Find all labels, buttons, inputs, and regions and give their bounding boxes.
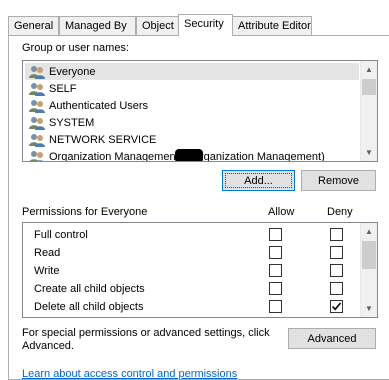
permission-row: Create all child objects bbox=[23, 280, 361, 298]
permission-name: Delete all child objects bbox=[34, 301, 144, 313]
tab-general[interactable]: General bbox=[8, 16, 59, 35]
checkmark-icon bbox=[331, 302, 342, 311]
allow-column-header: Allow bbox=[268, 206, 295, 218]
permission-row: Write bbox=[23, 262, 361, 280]
permission-row: Full control bbox=[23, 226, 361, 244]
list-item-network-service[interactable]: NETWORK SERVICE bbox=[25, 131, 359, 148]
permissions-for-label: Permissions for Everyone bbox=[22, 206, 148, 218]
user-name: Everyone bbox=[49, 65, 96, 78]
users-icon bbox=[29, 65, 45, 79]
scroll-down-icon[interactable]: ▼ bbox=[361, 144, 377, 161]
deny-column-header: Deny bbox=[327, 206, 353, 218]
permission-name: Write bbox=[34, 265, 60, 277]
list-item-self[interactable]: SELF bbox=[25, 80, 359, 97]
allow-checkbox[interactable] bbox=[269, 300, 282, 313]
redaction-mark bbox=[175, 149, 203, 161]
tab-managed-by-label: Managed By bbox=[65, 20, 127, 32]
user-name: Authenticated Users bbox=[49, 99, 149, 112]
users-icon bbox=[29, 82, 45, 96]
tab-attribute-editor-label: Attribute Editor bbox=[238, 20, 311, 32]
permission-name: Create all child objects bbox=[34, 283, 145, 295]
users-scrollbar[interactable]: ▲ ▼ bbox=[360, 61, 377, 161]
users-listbox[interactable]: Everyone SELF Authenticated Users SYSTEM… bbox=[22, 60, 378, 162]
allow-checkbox[interactable] bbox=[269, 246, 282, 259]
list-item-system[interactable]: SYSTEM bbox=[25, 114, 359, 131]
user-name: SYSTEM bbox=[49, 116, 95, 129]
allow-checkbox[interactable] bbox=[269, 282, 282, 295]
deny-checkbox[interactable] bbox=[330, 300, 343, 313]
tab-object[interactable]: Object bbox=[136, 16, 179, 35]
permissions-scrollbar[interactable]: ▲ ▼ bbox=[360, 223, 377, 317]
add-button[interactable]: Add... bbox=[222, 170, 295, 191]
learn-about-access-control-link[interactable]: Learn about access control and permissio… bbox=[22, 368, 237, 380]
deny-checkbox[interactable] bbox=[330, 246, 343, 259]
user-name: SELF bbox=[49, 82, 77, 95]
users-icon bbox=[29, 116, 45, 130]
tab-security-label: Security bbox=[184, 18, 224, 30]
user-name: NETWORK SERVICE bbox=[49, 133, 157, 146]
scroll-up-icon[interactable]: ▲ bbox=[361, 61, 377, 78]
special-permissions-text: For special permissions or advanced sett… bbox=[22, 327, 270, 352]
list-item-authenticated-users[interactable]: Authenticated Users bbox=[25, 97, 359, 114]
tab-managed-by[interactable]: Managed By bbox=[59, 16, 136, 35]
users-icon bbox=[29, 150, 45, 161]
permission-row: Delete all child objects bbox=[23, 298, 361, 316]
allow-checkbox[interactable] bbox=[269, 228, 282, 241]
scroll-thumb[interactable] bbox=[362, 241, 376, 269]
tab-security[interactable]: Security bbox=[178, 14, 233, 36]
scroll-thumb[interactable] bbox=[362, 79, 376, 95]
permission-row: Read bbox=[23, 244, 361, 262]
scroll-up-icon[interactable]: ▲ bbox=[361, 223, 377, 240]
deny-checkbox[interactable] bbox=[330, 264, 343, 277]
permissions-list[interactable]: Full control Read Write Create all child… bbox=[22, 222, 378, 318]
remove-button[interactable]: Remove bbox=[301, 170, 376, 191]
group-or-user-names-label: Group or user names: bbox=[22, 42, 129, 54]
scroll-down-icon[interactable]: ▼ bbox=[361, 300, 377, 317]
add-button-label: Add... bbox=[244, 174, 273, 187]
deny-checkbox[interactable] bbox=[330, 228, 343, 241]
deny-checkbox[interactable] bbox=[330, 282, 343, 295]
permission-name: Full control bbox=[34, 229, 88, 241]
users-icon bbox=[29, 99, 45, 113]
tab-general-label: General bbox=[14, 20, 54, 32]
users-icon bbox=[29, 133, 45, 147]
tab-object-label: Object bbox=[142, 20, 174, 32]
advanced-button-label: Advanced bbox=[307, 332, 357, 345]
allow-checkbox[interactable] bbox=[269, 264, 282, 277]
list-item-everyone[interactable]: Everyone bbox=[25, 63, 359, 80]
permission-name: Read bbox=[34, 247, 61, 259]
remove-button-label: Remove bbox=[318, 174, 359, 187]
advanced-button[interactable]: Advanced bbox=[288, 328, 376, 349]
tab-attribute-editor[interactable]: Attribute Editor bbox=[232, 16, 312, 35]
